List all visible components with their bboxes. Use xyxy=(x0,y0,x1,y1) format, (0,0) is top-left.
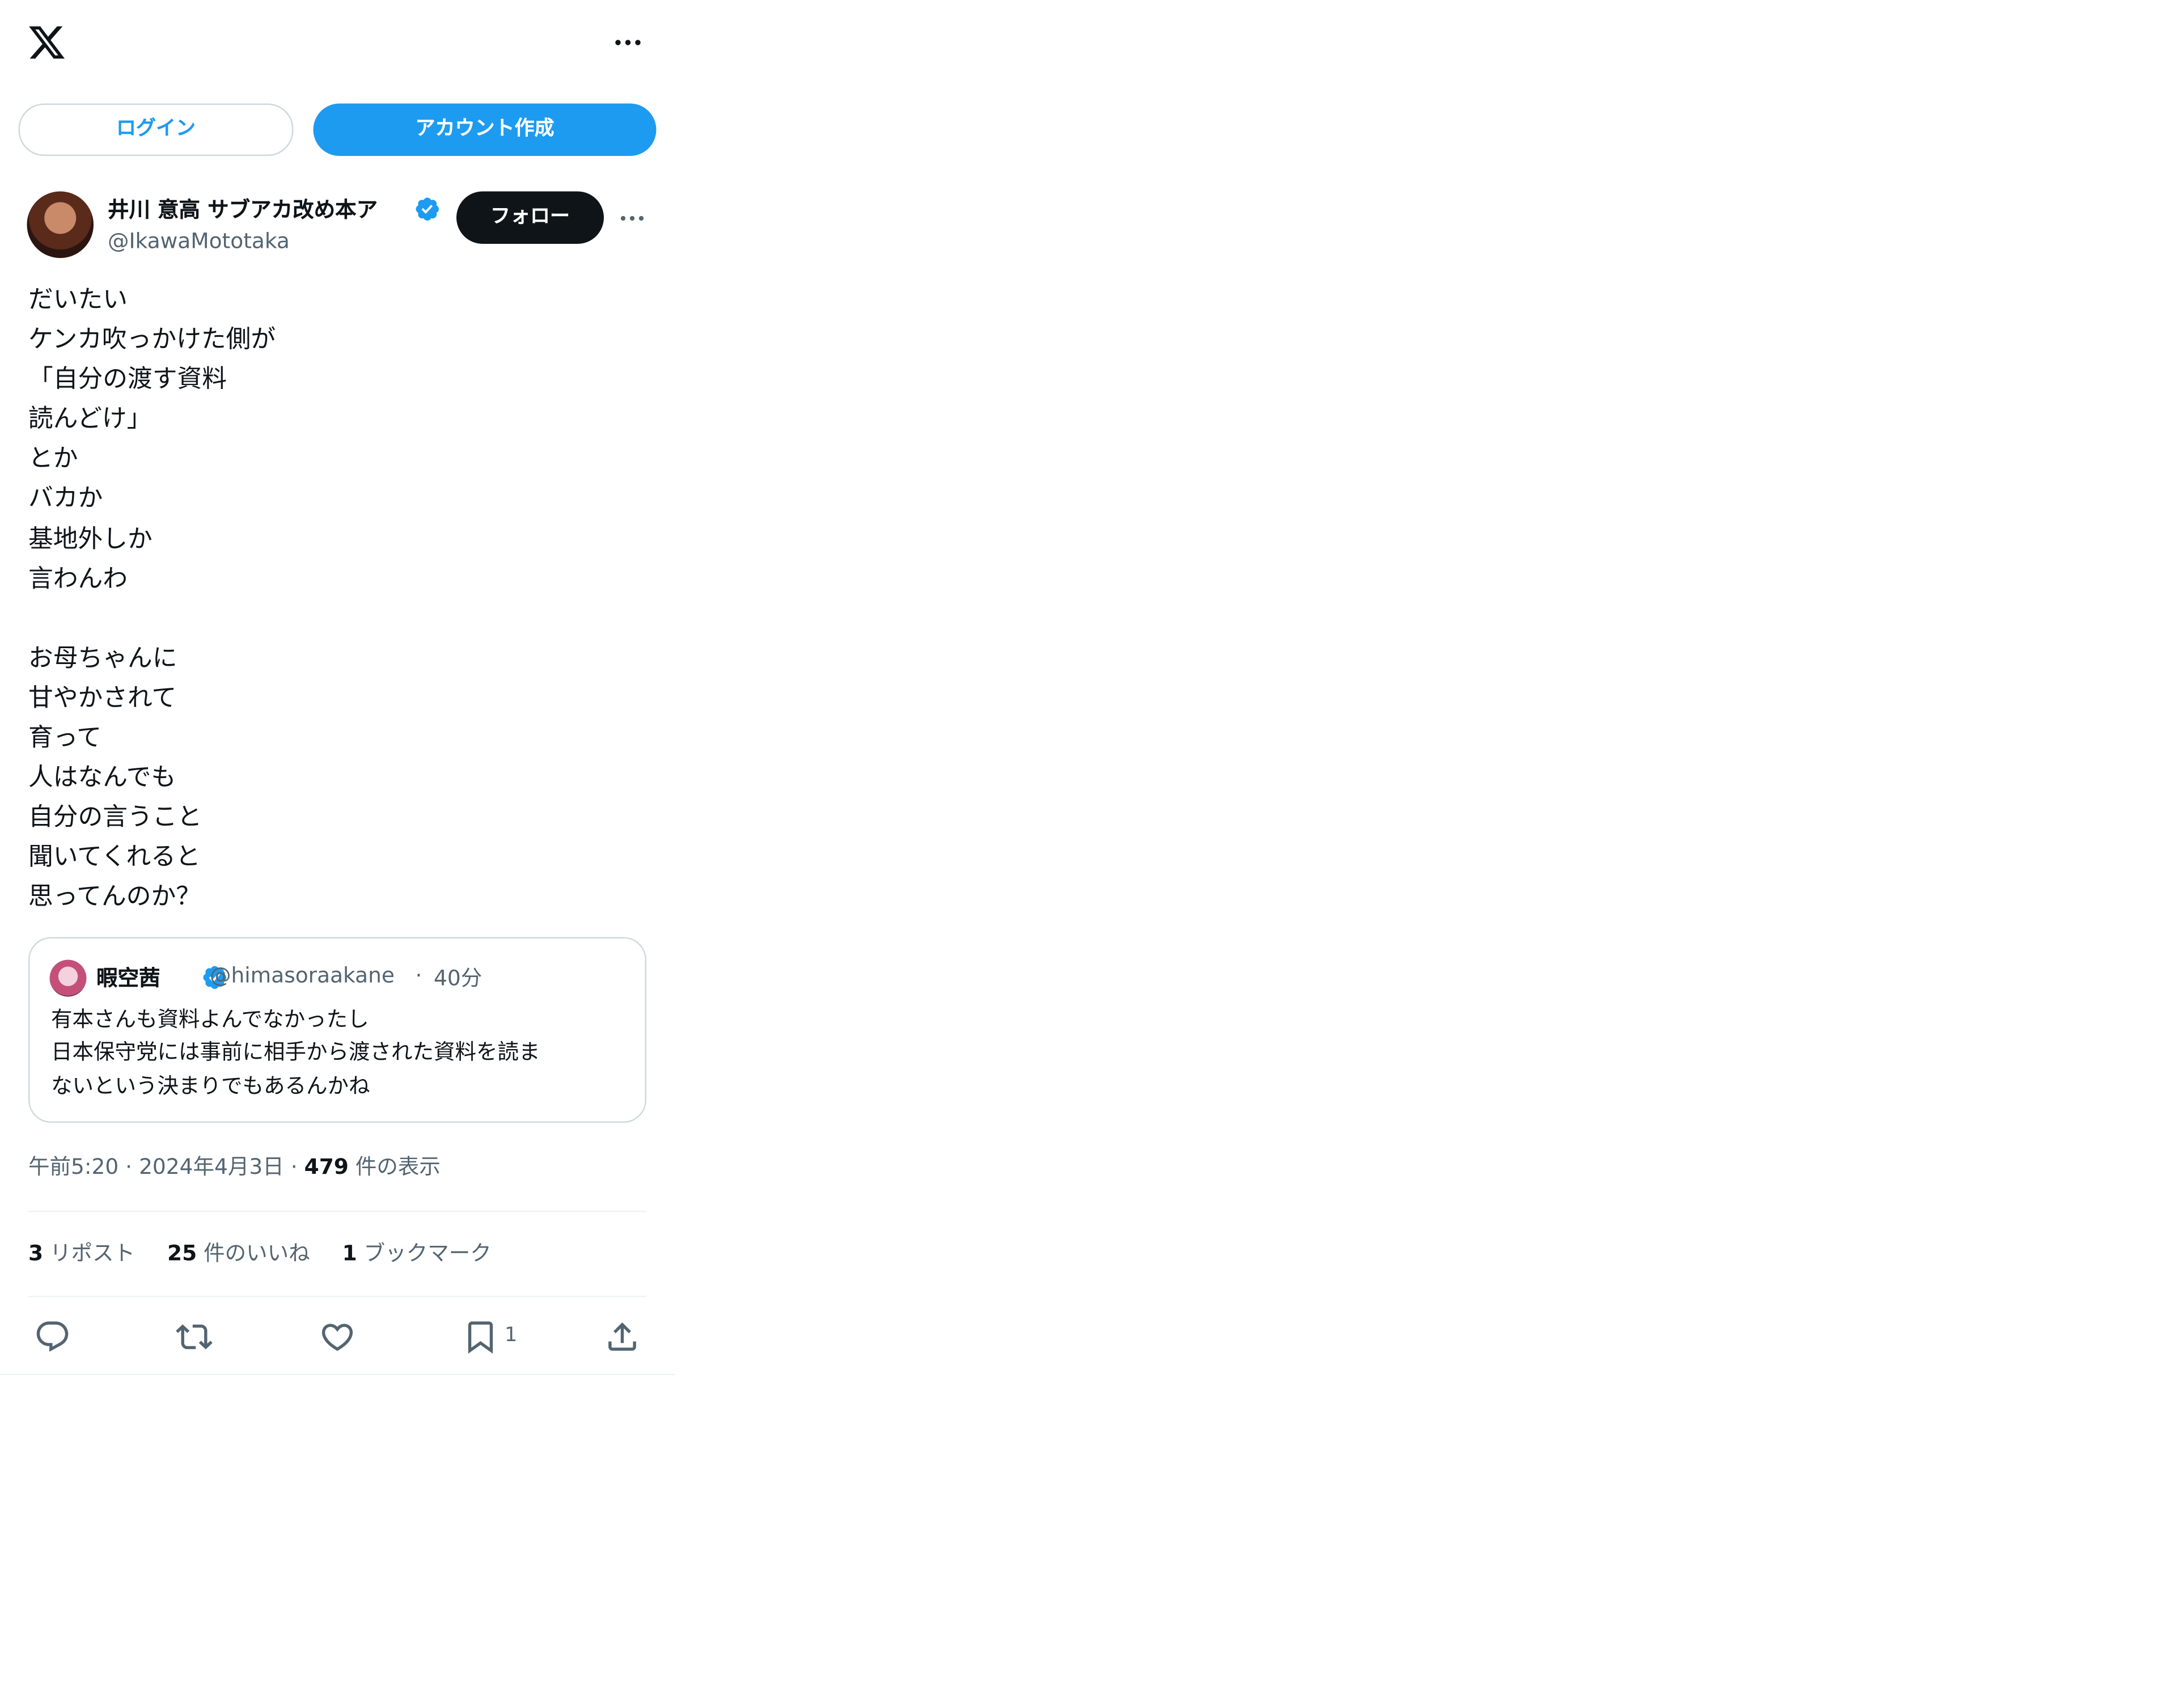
divider xyxy=(28,1296,646,1297)
bookmark-count: 1 xyxy=(505,1324,518,1347)
quoted-separator: · xyxy=(415,962,422,988)
quoted-text: 有本さんも資料よんでなかったし 日本保守党には事前に相手から渡された資料を読ま … xyxy=(51,1004,629,1103)
tweet-line: だいたい xyxy=(28,286,128,315)
tweet-line: 聞いてくれると xyxy=(28,844,201,873)
more-horizontal-icon[interactable] xyxy=(610,26,646,60)
tweet-author: 井川 意高 サブアカ改め本ア @IkawaMototaka フォロー xyxy=(0,189,675,263)
tweet-line: ケンカ吹っかけた側が xyxy=(28,326,276,355)
x-logo-icon[interactable] xyxy=(27,23,67,62)
quoted-author-avatar xyxy=(49,959,87,997)
reposts-label: リポスト xyxy=(50,1240,136,1266)
tweet-line: お母ちゃんに xyxy=(28,645,177,674)
reposts-count: 3 xyxy=(28,1240,44,1266)
quoted-tweet[interactable]: 暇空茜 @himasoraakane · 40分 有本さんも資料よんでなかったし… xyxy=(28,937,646,1123)
tweet-line xyxy=(28,599,646,639)
reply-icon[interactable] xyxy=(34,1318,71,1355)
tweet-page: ログイン アカウント作成 井川 意高 サブアカ改め本ア @IkawaMotota… xyxy=(0,0,675,1687)
tweet-line: 育って xyxy=(28,724,102,753)
quoted-line: 有本さんも資料よんでなかったし xyxy=(51,1007,369,1032)
author-name[interactable]: 井川 意高 サブアカ改め本ア xyxy=(108,195,378,225)
author-handle[interactable]: @IkawaMototaka xyxy=(108,229,290,254)
quoted-line: 日本保守党には事前に相手から渡された資料を読ま xyxy=(51,1039,540,1066)
tweet-line: 読んどけ」 xyxy=(28,405,152,434)
more-horizontal-icon[interactable] xyxy=(617,203,648,234)
verified-badge-icon[interactable] xyxy=(414,196,441,223)
tweet-line: 基地外しか xyxy=(28,525,153,554)
tweet-line: 甘やかされて xyxy=(28,684,177,713)
create-account-button[interactable]: アカウント作成 xyxy=(313,103,657,156)
likes-stat[interactable]: 25 件のいいね xyxy=(167,1241,317,1266)
like-icon[interactable] xyxy=(319,1318,356,1355)
tweet-line: 言わんわ xyxy=(28,565,128,594)
views-label: 件の表示 xyxy=(355,1154,441,1179)
follow-button[interactable]: フォロー xyxy=(456,191,604,244)
tweet-meta: 午前5:20 · 2024年4月3日 · 479 件の表示 xyxy=(28,1151,441,1181)
reposts-stat[interactable]: 3 リポスト xyxy=(28,1241,142,1266)
quoted-timestamp: 40分 xyxy=(434,965,482,991)
meta-separator: · xyxy=(290,1154,298,1179)
author-avatar[interactable] xyxy=(27,191,94,258)
likes-count: 25 xyxy=(167,1240,197,1266)
divider xyxy=(0,1373,675,1375)
top-bar xyxy=(0,0,675,88)
views-count: 479 xyxy=(304,1154,349,1179)
tweet-line: バカか xyxy=(28,485,103,514)
action-bar: 1 xyxy=(0,1314,675,1365)
engagement-stats: 3 リポスト 25 件のいいね 1 ブックマーク xyxy=(28,1238,517,1268)
quoted-line: ないという決まりでもあるんかね xyxy=(51,1072,370,1098)
tweet-line: とか xyxy=(28,445,78,474)
quoted-author-handle: @himasoraakane xyxy=(210,962,395,988)
auth-buttons: ログイン アカウント作成 xyxy=(0,103,675,156)
tweet-line: 人はなんでも xyxy=(28,764,176,793)
likes-label: 件のいいね xyxy=(204,1240,310,1266)
tweet-line: 自分の言うこと xyxy=(28,804,202,833)
quoted-author-name: 暇空茜 xyxy=(96,965,160,991)
tweet-line: 思ってんのか？ xyxy=(28,883,201,912)
login-button[interactable]: ログイン xyxy=(18,103,294,156)
bookmarks-count: 1 xyxy=(342,1240,357,1266)
tweet-line: 「自分の渡す資料 xyxy=(28,366,227,395)
repost-icon[interactable] xyxy=(176,1318,213,1355)
share-icon[interactable] xyxy=(604,1318,641,1355)
bookmarks-stat[interactable]: 1 ブックマーク xyxy=(342,1241,492,1266)
divider xyxy=(28,1211,646,1212)
bookmark-icon[interactable] xyxy=(462,1318,499,1355)
tweet-text: だいたい ケンカ吹っかけた側が 「自分の渡す資料 読んどけ」 とか バカか 基地… xyxy=(28,281,646,918)
bookmarks-label: ブックマーク xyxy=(363,1240,492,1266)
tweet-date[interactable]: 2024年4月3日 xyxy=(139,1154,284,1179)
tweet-time[interactable]: 午前5:20 xyxy=(28,1154,118,1179)
meta-separator: · xyxy=(125,1154,133,1179)
